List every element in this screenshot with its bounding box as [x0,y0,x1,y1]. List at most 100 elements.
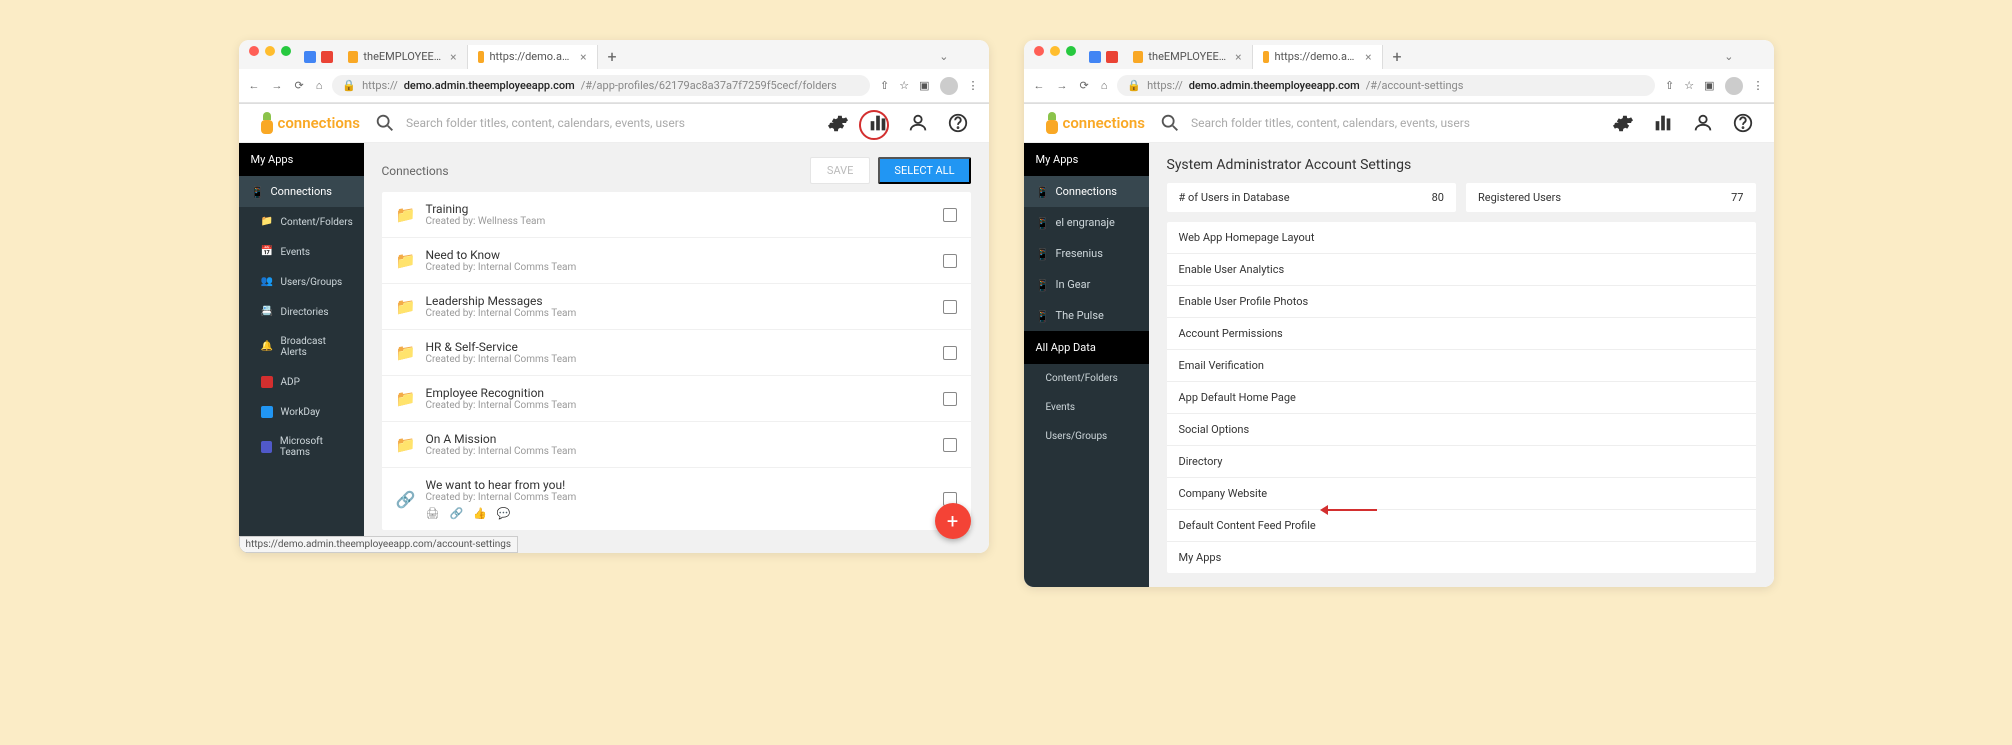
folder-row[interactable]: 📁Need to KnowCreated by: Internal Comms … [382,238,971,284]
address-bar[interactable]: 🔒 https://demo.admin.theemployeeapp.com/… [1117,75,1655,96]
settings-row[interactable]: Enable User Profile Photos [1167,286,1756,318]
checkbox[interactable] [943,346,957,360]
sidebar-item-connections[interactable]: 📱Connections [1024,176,1149,207]
close-window-button[interactable] [249,46,259,56]
menu-icon[interactable]: ⋮ [1753,79,1764,92]
chevron-down-icon[interactable]: ⌄ [1724,50,1733,63]
profile-avatar[interactable] [940,77,958,95]
user-icon[interactable] [907,112,929,134]
folder-row[interactable]: 📁On A MissionCreated by: Internal Comms … [382,422,971,468]
sidebar-item-content-folders[interactable]: Content/Folders [1024,364,1149,393]
reload-button[interactable]: ⟳ [1080,79,1089,92]
checkbox[interactable] [943,254,957,268]
sidebar-item-broadcast-alerts[interactable]: 🔔Broadcast Alerts [239,327,364,367]
maximize-window-button[interactable] [1066,46,1076,56]
browser-tab[interactable]: https://demo.admin.theemplo× [468,45,598,69]
home-button[interactable]: ⌂ [316,79,323,92]
browser-tab[interactable]: theEMPLOYEEapp× [338,45,468,69]
home-button[interactable]: ⌂ [1101,79,1108,92]
new-tab-button[interactable]: + [598,44,627,69]
settings-row[interactable]: Enable User Analytics [1167,254,1756,286]
checkbox[interactable] [943,300,957,314]
sidebar-item-users-groups[interactable]: 👥Users/Groups [239,267,364,297]
search-input[interactable] [406,116,813,130]
sidebar-item-events[interactable]: Events [1024,393,1149,422]
link-icon[interactable]: 🔗 [449,507,463,520]
search-bar[interactable] [1159,112,1598,134]
back-button[interactable]: ← [249,79,260,92]
add-fab-button[interactable]: + [935,503,971,539]
close-tab-icon[interactable]: × [1365,50,1371,64]
folder-row[interactable]: 📁TrainingCreated by: Wellness Team [382,192,971,238]
share-icon[interactable]: ⇧ [1665,79,1674,92]
sidebar-item-directories[interactable]: 📇Directories [239,297,364,327]
folder-row[interactable]: 📁Employee RecognitionCreated by: Interna… [382,376,971,422]
gear-icon[interactable] [1612,112,1634,134]
user-icon[interactable] [1692,112,1714,134]
folder-row[interactable]: 📁Leadership MessagesCreated by: Internal… [382,284,971,330]
sidebar-item-fresenius[interactable]: 📱Fresenius [1024,238,1149,269]
print-icon[interactable]: 🖨 [426,507,440,520]
extensions-icon[interactable]: ▣ [919,79,929,92]
new-tab-button[interactable]: + [1383,44,1412,69]
maximize-window-button[interactable] [281,46,291,56]
pinned-tab-gmail[interactable] [1106,51,1118,63]
close-tab-icon[interactable]: × [450,50,456,64]
browser-tab[interactable]: https://demo.admin.theemplo× [1253,45,1383,69]
back-button[interactable]: ← [1034,79,1045,92]
sidebar-item-workday[interactable]: WorkDay [239,397,364,427]
search-input[interactable] [1191,116,1598,130]
pinned-tab-calendar[interactable] [1089,51,1101,63]
select-all-button[interactable]: SELECT ALL [878,157,970,184]
settings-row[interactable]: App Default Home Page [1167,382,1756,414]
forward-button[interactable]: → [1057,79,1068,92]
settings-row[interactable]: Web App Homepage Layout [1167,222,1756,254]
address-bar[interactable]: 🔒 https://demo.admin.theemployeeapp.com/… [332,75,870,96]
close-tab-icon[interactable]: × [1235,50,1241,64]
bookmark-icon[interactable]: ☆ [1684,79,1694,92]
settings-row[interactable]: Account Permissions [1167,318,1756,350]
app-logo[interactable]: connections [259,112,360,134]
sidebar-item-the-pulse[interactable]: 📱The Pulse [1024,300,1149,331]
checkbox[interactable] [943,208,957,222]
like-icon[interactable]: 👍 [473,507,487,520]
forward-button[interactable]: → [272,79,283,92]
folder-row[interactable]: 🔗We want to hear from you!Created by: In… [382,468,971,530]
share-icon[interactable]: ⇧ [880,79,889,92]
chevron-down-icon[interactable]: ⌄ [939,50,948,63]
browser-tab[interactable]: theEMPLOYEEapp× [1123,45,1253,69]
sidebar-item-adp[interactable]: ADP [239,367,364,397]
reload-button[interactable]: ⟳ [295,79,304,92]
gear-icon[interactable] [827,112,849,134]
sidebar-item-connections[interactable]: 📱Connections [239,176,364,207]
close-tab-icon[interactable]: × [580,50,586,64]
settings-row[interactable]: Default Content Feed Profile [1167,510,1756,542]
folder-row[interactable]: 📁HR & Self-ServiceCreated by: Internal C… [382,330,971,376]
sidebar-item-in-gear[interactable]: 📱In Gear [1024,269,1149,300]
sidebar-item-el-engranaje[interactable]: 📱el engranaje [1024,207,1149,238]
help-icon[interactable] [1732,112,1754,134]
app-logo[interactable]: connections [1044,112,1145,134]
minimize-window-button[interactable] [1050,46,1060,56]
sidebar-item-users-groups[interactable]: Users/Groups [1024,422,1149,451]
pinned-tab-gmail[interactable] [321,51,333,63]
help-icon[interactable] [947,112,969,134]
checkbox[interactable] [943,392,957,406]
minimize-window-button[interactable] [265,46,275,56]
pinned-tab-calendar[interactable] [304,51,316,63]
search-bar[interactable] [374,112,813,134]
extensions-icon[interactable]: ▣ [1704,79,1714,92]
settings-row[interactable]: Company Website [1167,478,1756,510]
profile-avatar[interactable] [1725,77,1743,95]
menu-icon[interactable]: ⋮ [968,79,979,92]
settings-row[interactable]: Social Options [1167,414,1756,446]
settings-row-my-apps[interactable]: My Apps [1167,542,1756,573]
sidebar-item-content-folders[interactable]: 📁Content/Folders [239,207,364,237]
settings-row[interactable]: Directory [1167,446,1756,478]
checkbox[interactable] [943,438,957,452]
close-window-button[interactable] [1034,46,1044,56]
bookmark-icon[interactable]: ☆ [899,79,909,92]
settings-row[interactable]: Email Verification [1167,350,1756,382]
sidebar-item-events[interactable]: 📅Events [239,237,364,267]
sidebar-item-microsoft-teams[interactable]: Microsoft Teams [239,427,364,467]
